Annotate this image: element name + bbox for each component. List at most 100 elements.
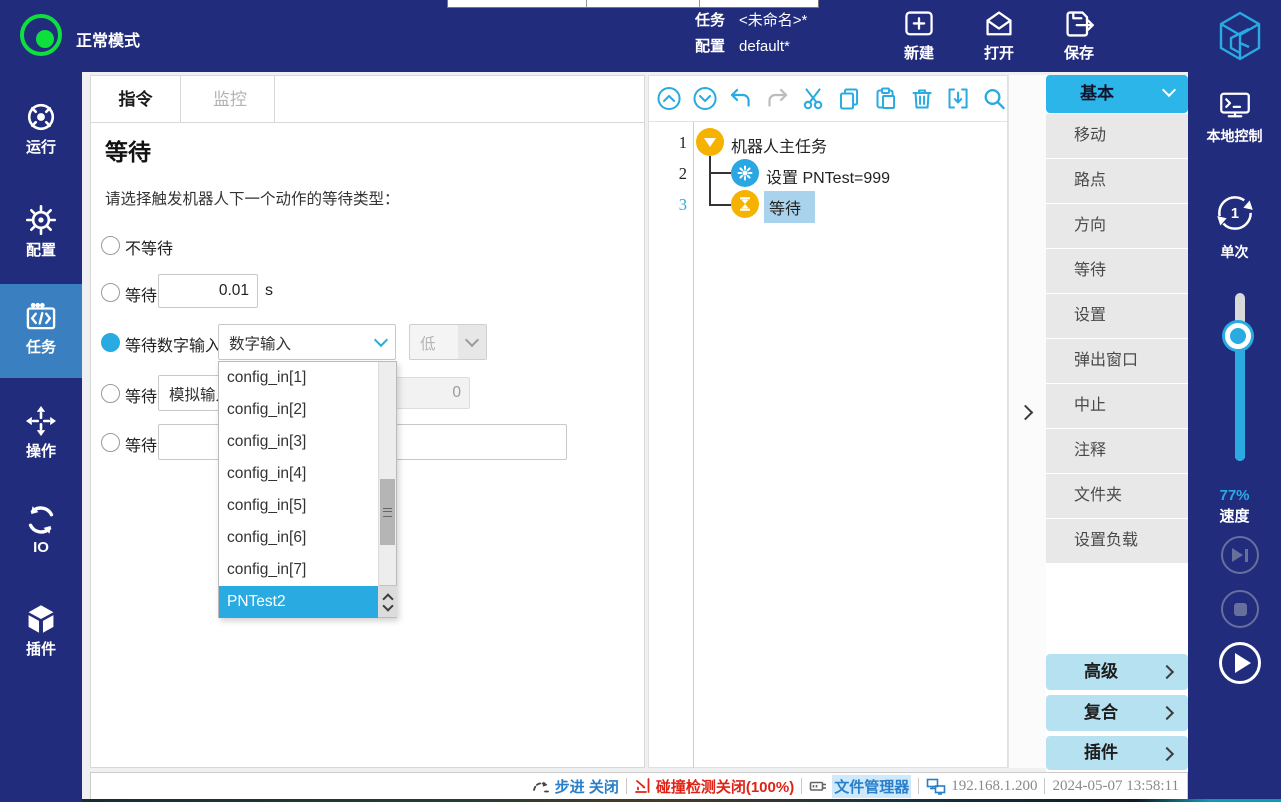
- tab-bar: 指令 监控: [90, 75, 645, 123]
- category-item-popup[interactable]: 弹出窗口: [1046, 339, 1188, 383]
- dropdown-scrollbar[interactable]: [378, 362, 396, 617]
- tree-row-set[interactable]: 设置 PNTest=999: [766, 164, 890, 188]
- collision-status[interactable]: 碰撞检测关闭(100%): [634, 776, 794, 797]
- dropdown-option[interactable]: config_in[1]: [219, 362, 378, 394]
- dropdown-option[interactable]: config_in[5]: [219, 490, 378, 522]
- tab-monitor[interactable]: 监控: [185, 76, 275, 123]
- terminal-icon: [1217, 90, 1253, 120]
- insert-replace-icon[interactable]: [945, 85, 971, 112]
- move-up-icon[interactable]: [656, 85, 682, 112]
- tree-toolbar: [649, 76, 1007, 122]
- category-plugin-button[interactable]: 插件: [1046, 736, 1188, 770]
- category-item-waypoint[interactable]: 路点: [1046, 159, 1188, 203]
- category-item-wait[interactable]: 等待: [1046, 249, 1188, 293]
- gear-icon: [737, 165, 753, 181]
- move-down-icon[interactable]: [692, 85, 718, 112]
- category-item-direction[interactable]: 方向: [1046, 204, 1188, 248]
- gear-icon: [24, 203, 58, 237]
- dropdown-option[interactable]: config_in[7]: [219, 554, 378, 586]
- radio-no-wait[interactable]: [101, 236, 120, 255]
- radio-wait-expression[interactable]: [101, 433, 120, 452]
- sidebar-item-label: 操作: [0, 440, 82, 461]
- wait-node-icon[interactable]: [731, 190, 759, 218]
- tree-row-wait-selected[interactable]: 等待: [764, 191, 815, 223]
- tree-row-root[interactable]: 机器人主任务: [731, 133, 827, 157]
- top-strip-divider: [699, 0, 700, 7]
- open-button[interactable]: 打开: [967, 8, 1031, 63]
- step-mode-text: 步进 关闭: [555, 776, 619, 797]
- chevron-down-icon: [458, 325, 486, 359]
- level-select[interactable]: 低: [409, 324, 487, 360]
- tree-connector-vertical: [709, 156, 711, 206]
- step-mode-status[interactable]: 步进 关闭: [532, 776, 619, 797]
- category-header-basic[interactable]: 基本: [1046, 75, 1188, 113]
- stop-button[interactable]: [1221, 590, 1259, 628]
- search-icon[interactable]: [981, 85, 1007, 112]
- sidebar-item-label: IO: [0, 539, 82, 556]
- save-button[interactable]: 保存: [1047, 8, 1111, 63]
- speed-slider-fill: [1235, 341, 1245, 461]
- new-label: 新建: [887, 42, 951, 63]
- radio-wait-digital[interactable]: [101, 333, 120, 352]
- local-control-button[interactable]: 本地控制: [1188, 90, 1281, 146]
- mode-indicator-dot: [36, 30, 54, 48]
- dropdown-option[interactable]: config_in[2]: [219, 394, 378, 426]
- dropdown-option[interactable]: config_in[6]: [219, 522, 378, 554]
- tree-node-expand-icon[interactable]: [696, 128, 724, 156]
- copy-icon[interactable]: [836, 85, 862, 112]
- category-composite-label: 复合: [1084, 703, 1118, 722]
- category-item-folder[interactable]: 文件夹: [1046, 474, 1188, 518]
- step-icon: [532, 778, 550, 794]
- speed-slider-track[interactable]: [1235, 293, 1245, 461]
- speed-slider-thumb[interactable]: [1225, 323, 1251, 349]
- scrollbar-thumb[interactable]: [380, 479, 395, 545]
- category-composite-button[interactable]: 复合: [1046, 695, 1188, 731]
- category-advanced-button[interactable]: 高级: [1046, 654, 1188, 690]
- single-cycle-button[interactable]: 1 单次: [1188, 190, 1281, 262]
- category-item-abort[interactable]: 中止: [1046, 384, 1188, 428]
- digital-input-select[interactable]: 数字输入: [218, 324, 396, 360]
- category-item-move[interactable]: 移动: [1046, 114, 1188, 158]
- line-number-selected: 3: [649, 195, 687, 215]
- play-button[interactable]: [1219, 642, 1261, 684]
- skip-to-end-button[interactable]: [1221, 536, 1259, 574]
- delete-icon[interactable]: [909, 85, 935, 112]
- panel-collapse-handle[interactable]: [1008, 75, 1046, 768]
- datetime: 2024-05-07 13:58:11: [1052, 778, 1179, 795]
- wait-seconds-input[interactable]: 0.01: [158, 274, 258, 308]
- paste-icon[interactable]: [873, 85, 899, 112]
- digital-input-dropdown: config_in[1] config_in[2] config_in[3] c…: [218, 361, 397, 618]
- cut-icon[interactable]: [800, 85, 826, 112]
- scrollbar-arrows[interactable]: [379, 585, 397, 617]
- category-item-comment[interactable]: 注释: [1046, 429, 1188, 473]
- sidebar-item-plugin[interactable]: 插件: [0, 592, 82, 676]
- tree-connector-horizontal: [709, 204, 731, 206]
- radio-wait-seconds-label: 等待: [125, 282, 157, 306]
- analog-threshold-input[interactable]: 0: [387, 377, 470, 409]
- file-manager-button[interactable]: 文件管理器: [809, 775, 911, 798]
- category-item-set[interactable]: 设置: [1046, 294, 1188, 338]
- sidebar-item-task[interactable]: 任务: [0, 284, 82, 378]
- status-divider: [626, 778, 627, 794]
- new-button[interactable]: 新建: [887, 8, 951, 63]
- tab-command[interactable]: 指令: [91, 76, 181, 123]
- radio-wait-analog[interactable]: [101, 384, 120, 403]
- dropdown-option-selected[interactable]: PNTest2: [219, 586, 378, 618]
- dropdown-option[interactable]: config_in[3]: [219, 426, 378, 458]
- sidebar-item-io[interactable]: IO: [0, 493, 82, 577]
- tree-connector-horizontal: [709, 172, 731, 174]
- undo-icon[interactable]: [728, 85, 754, 112]
- sidebar-item-operate[interactable]: 操作: [0, 394, 82, 478]
- sidebar-item-label: 配置: [0, 239, 82, 260]
- sidebar-item-label: 运行: [0, 136, 82, 157]
- seconds-unit-label: s: [265, 282, 273, 300]
- scroll-down-icon[interactable]: [382, 600, 393, 611]
- sidebar-item-run[interactable]: 运行: [0, 90, 82, 174]
- dropdown-option[interactable]: config_in[4]: [219, 458, 378, 490]
- radio-wait-seconds[interactable]: [101, 283, 120, 302]
- play-icon: [1235, 653, 1251, 673]
- redo-icon[interactable]: [764, 85, 790, 112]
- set-node-icon[interactable]: [731, 159, 759, 187]
- category-item-payload[interactable]: 设置负载: [1046, 519, 1188, 563]
- sidebar-item-config[interactable]: 配置: [0, 193, 82, 277]
